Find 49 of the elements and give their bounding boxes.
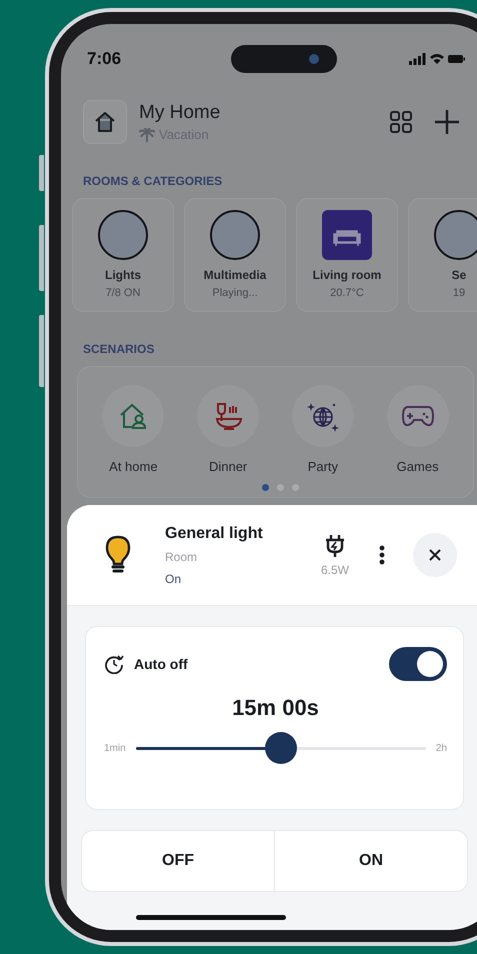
room-status: Playing... <box>212 287 258 299</box>
light-bulb-icon <box>105 535 131 575</box>
room-name: Multimedia <box>204 268 266 282</box>
palm-tree-icon <box>139 128 155 142</box>
slider-thumb[interactable] <box>264 732 297 764</box>
status-time: 7:06 <box>87 49 122 69</box>
duration-value: 15m 00s <box>232 695 319 721</box>
close-button[interactable] <box>413 533 457 577</box>
page-dot[interactable] <box>262 484 269 491</box>
more-icon[interactable] <box>379 545 385 565</box>
auto-off-toggle[interactable] <box>389 647 447 681</box>
page-dot[interactable] <box>277 484 284 491</box>
plug-icon <box>324 534 346 558</box>
room-status: 20.7°C <box>330 287 364 299</box>
home-button[interactable] <box>83 100 127 144</box>
room-card[interactable]: Multimedia Playing... <box>184 198 286 312</box>
circle-icon <box>210 210 260 260</box>
house-icon <box>93 110 117 134</box>
room-card[interactable]: Living room 20.7°C <box>296 198 398 312</box>
power-reading: 6.5W <box>320 562 349 576</box>
auto-off-label: Auto off <box>134 656 189 672</box>
section-heading: ROOMS & CATEGORIES <box>82 173 224 188</box>
room-name: Se <box>452 268 466 282</box>
section-heading: SCENARIOS <box>82 341 156 356</box>
page-dot[interactable] <box>292 484 299 491</box>
circle-icon <box>98 210 148 260</box>
timer-icon <box>104 654 124 674</box>
room-status: 19 <box>452 287 466 299</box>
close-icon <box>429 549 441 561</box>
circle-icon <box>434 210 477 260</box>
sofa-icon <box>322 210 372 260</box>
gamepad-icon <box>402 404 434 428</box>
room-card[interactable]: Lights 7/8 ON <box>72 198 174 312</box>
device-state: On <box>165 572 182 586</box>
wine-bowl-icon <box>213 401 244 431</box>
home-title: My Home <box>139 102 222 124</box>
room-card[interactable]: Se 19 <box>408 198 477 312</box>
device-room: Room <box>165 550 198 564</box>
device-title: General light <box>165 524 264 542</box>
room-name: Living room <box>312 268 382 282</box>
plus-icon[interactable] <box>434 109 460 135</box>
power-button[interactable]: ON <box>274 831 467 891</box>
room-name: Lights <box>105 268 141 282</box>
signal-wifi-battery-icon <box>409 52 465 66</box>
room-status: 7/8 ON <box>106 287 140 299</box>
slider-min-label: 1min <box>104 743 126 754</box>
house-person-icon <box>118 401 148 431</box>
grid-icon[interactable] <box>390 111 412 133</box>
slider-max-label: 2h <box>436 743 447 754</box>
